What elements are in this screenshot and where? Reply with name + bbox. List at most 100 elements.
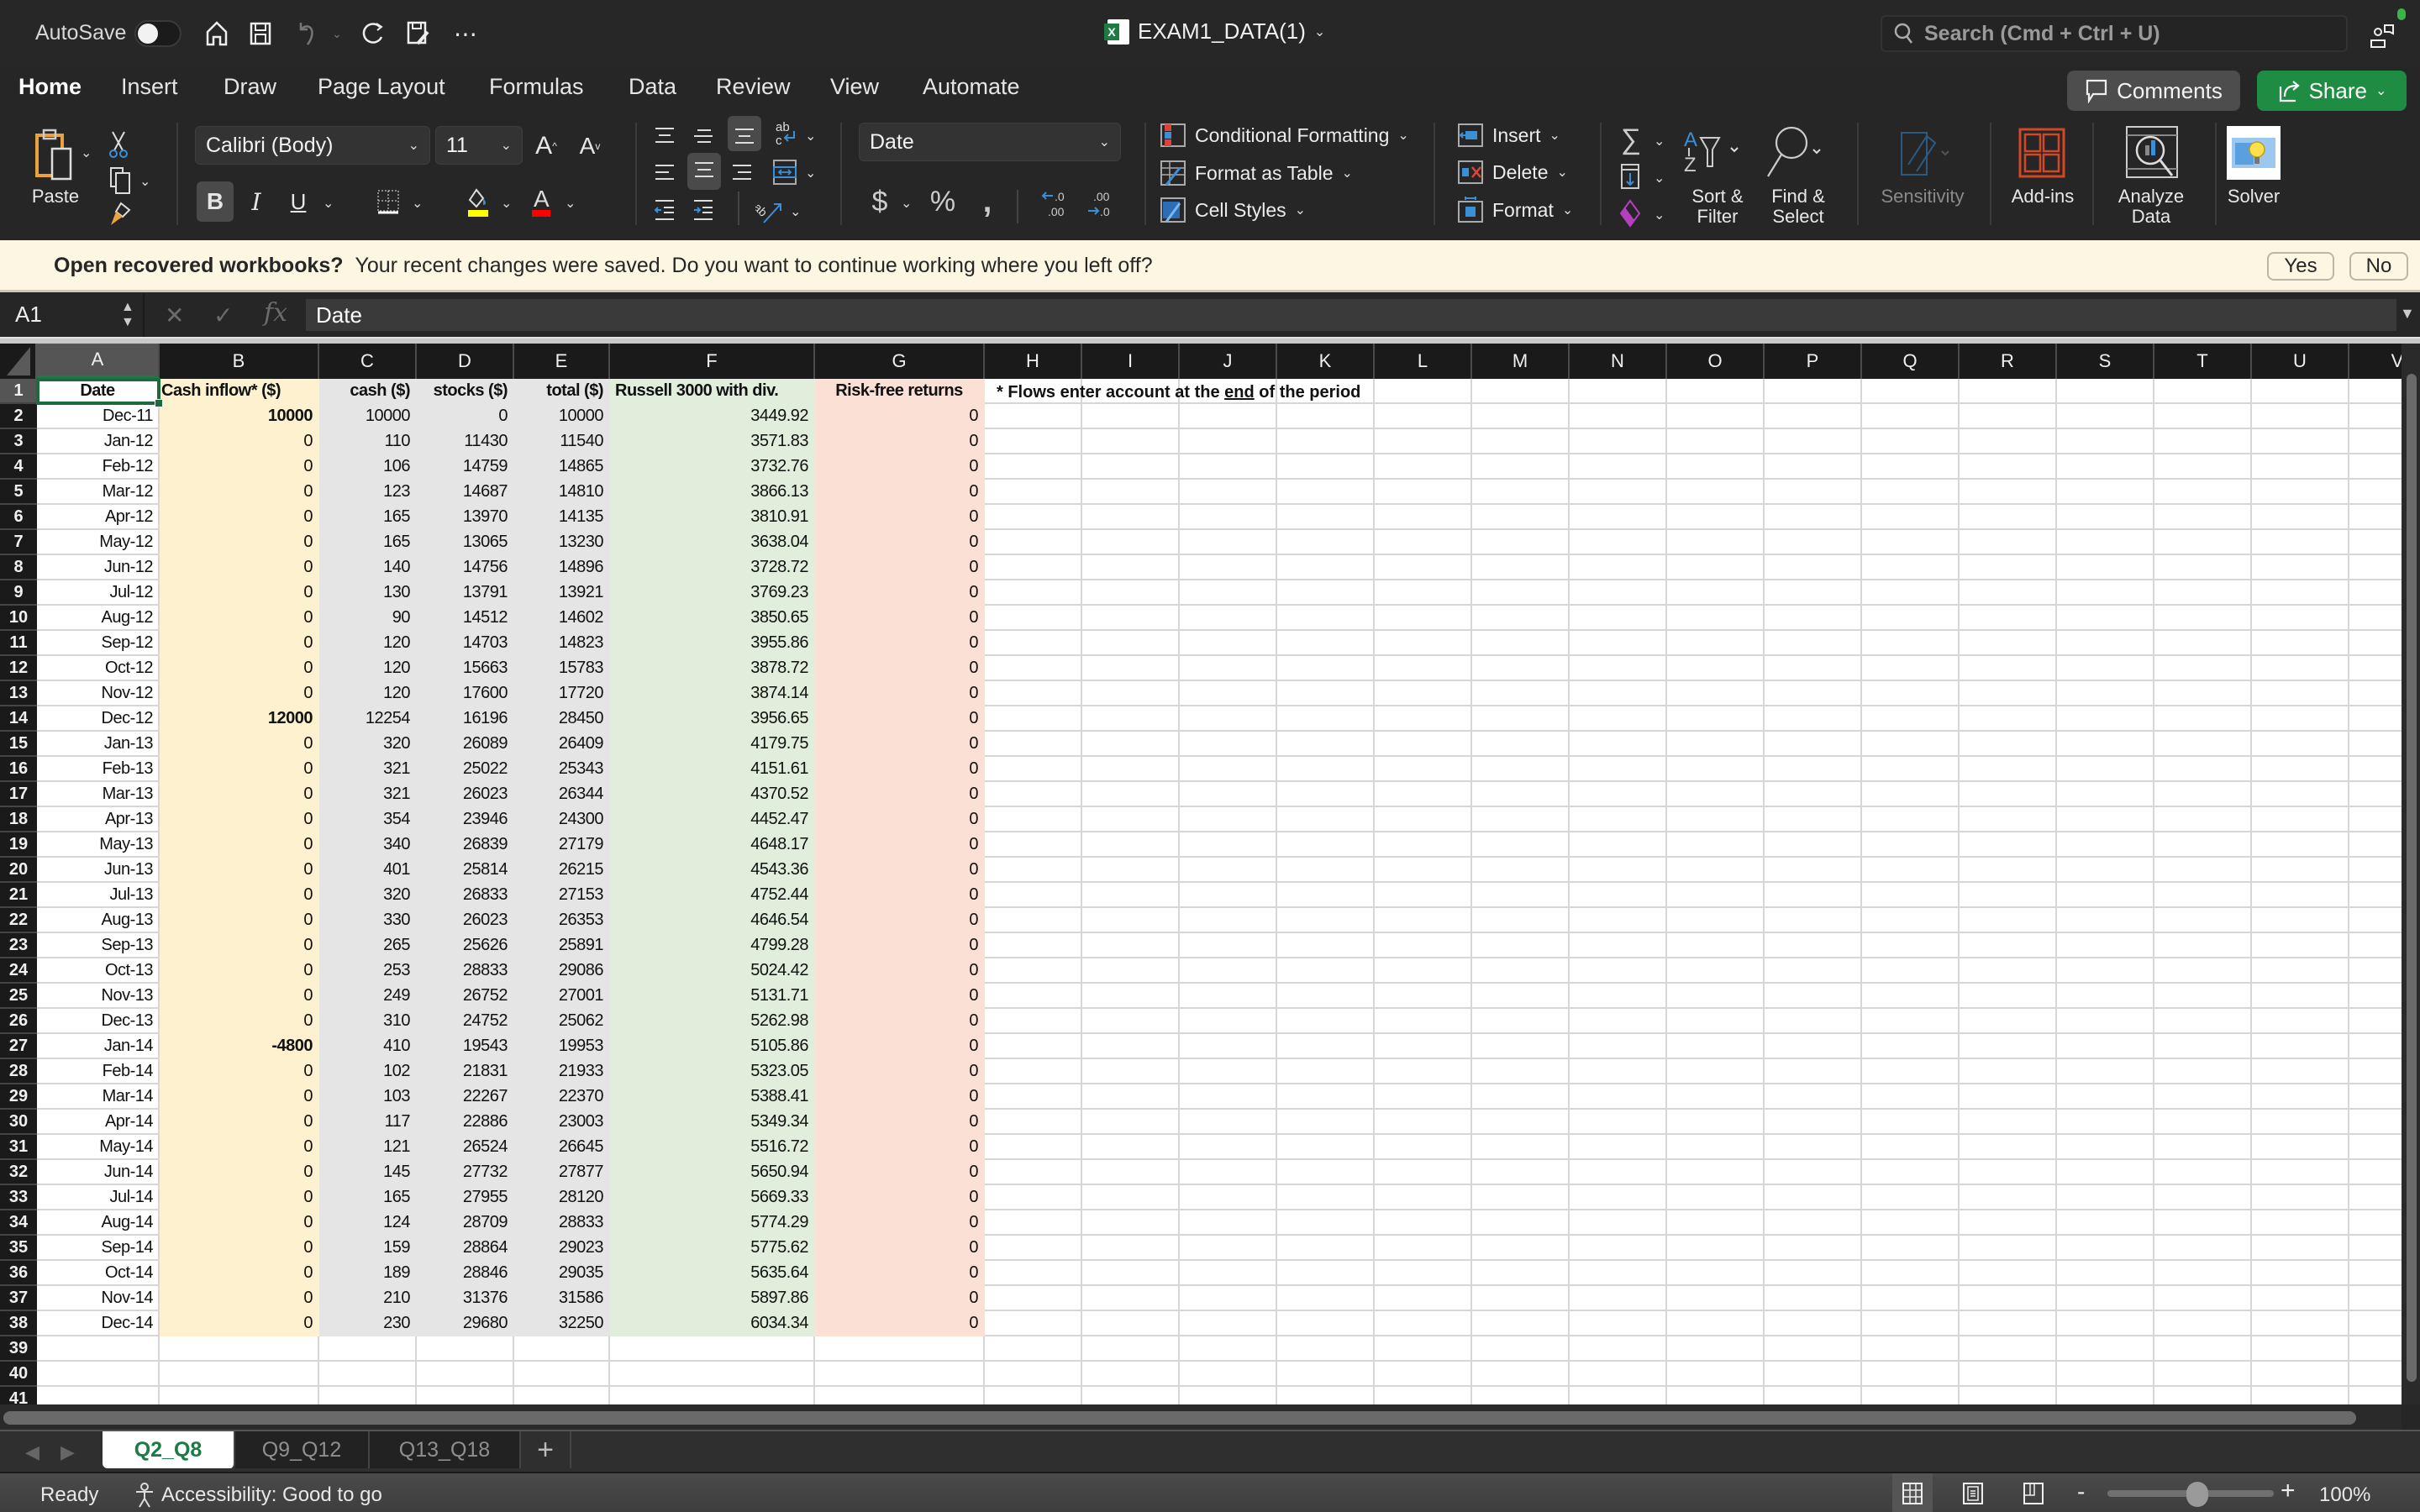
cut-icon[interactable] [106,128,131,161]
cell-g24[interactable]: 0 [815,958,985,984]
cell-i15[interactable] [1082,732,1180,757]
cell-v31[interactable] [2349,1135,2402,1160]
cell-v26[interactable] [2349,1009,2402,1034]
cell-j16[interactable] [1180,757,1277,782]
cell-k27[interactable] [1277,1034,1375,1059]
cell-e20[interactable]: 26215 [514,858,610,883]
cell-q26[interactable] [1862,1009,1960,1034]
cell-k26[interactable] [1277,1009,1375,1034]
cell-o17[interactable] [1667,782,1765,807]
align-middle-icon[interactable] [689,121,718,151]
cell-a14[interactable]: Dec-12 [37,706,160,732]
cell-l5[interactable] [1375,480,1472,505]
cell-s27[interactable] [2057,1034,2154,1059]
cell-f9[interactable]: 3769.23 [610,580,815,606]
cell-l28[interactable] [1375,1059,1472,1084]
horizontal-scrollbar[interactable] [0,1404,2402,1430]
cell-r19[interactable] [1960,832,2057,858]
cell-t4[interactable] [2154,454,2252,480]
cell-f12[interactable]: 3878.72 [610,656,815,681]
percent-style-icon[interactable]: % [924,183,961,220]
cell-u8[interactable] [2252,555,2349,580]
cell-p10[interactable] [1765,606,1862,631]
cell-o20[interactable] [1667,858,1765,883]
cell-r21[interactable] [1960,883,2057,908]
cell-n34[interactable] [1570,1210,1667,1236]
cell-m25[interactable] [1472,984,1570,1009]
cell-t25[interactable] [2154,984,2252,1009]
cell-s12[interactable] [2057,656,2154,681]
cell-d21[interactable]: 26833 [417,883,514,908]
home-icon[interactable] [200,17,234,50]
cell-l24[interactable] [1375,958,1472,984]
cell-q39[interactable] [1862,1336,1960,1362]
cell-f29[interactable]: 5388.41 [610,1084,815,1110]
cell-q5[interactable] [1862,480,1960,505]
cell-u22[interactable] [2252,908,2349,933]
cell-a30[interactable]: Apr-14 [37,1110,160,1135]
cell-v32[interactable] [2349,1160,2402,1185]
cell-d39[interactable] [417,1336,514,1362]
cell-h29[interactable] [985,1084,1082,1110]
cell-d34[interactable]: 28709 [417,1210,514,1236]
cell-d12[interactable]: 15663 [417,656,514,681]
cell-r18[interactable] [1960,807,2057,832]
row-header[interactable]: 25 [0,984,37,1009]
cell-v4[interactable] [2349,454,2402,480]
cell-n40[interactable] [1570,1362,1667,1387]
cell-h5[interactable] [985,480,1082,505]
cell-i30[interactable] [1082,1110,1180,1135]
cell-d40[interactable] [417,1362,514,1387]
cell-e34[interactable]: 28833 [514,1210,610,1236]
cell-l23[interactable] [1375,933,1472,958]
cell-e39[interactable] [514,1336,610,1362]
tab-data[interactable]: Data [629,74,676,100]
cell-e41[interactable] [514,1387,610,1404]
column-header-h[interactable]: H [985,344,1082,379]
cell-n22[interactable] [1570,908,1667,933]
cell-b25[interactable]: 0 [160,984,319,1009]
cell-u4[interactable] [2252,454,2349,480]
cell-p29[interactable] [1765,1084,1862,1110]
row-header[interactable]: 30 [0,1110,37,1135]
row-header[interactable]: 5 [0,480,37,505]
cell-b10[interactable]: 0 [160,606,319,631]
cell-l4[interactable] [1375,454,1472,480]
cell-p34[interactable] [1765,1210,1862,1236]
cell-c28[interactable]: 102 [319,1059,417,1084]
row-header[interactable]: 38 [0,1311,37,1336]
autosum-icon[interactable]: ∑ [1618,123,1644,156]
cell-q6[interactable] [1862,505,1960,530]
cell-s20[interactable] [2057,858,2154,883]
cell-n1[interactable] [1570,379,1667,404]
cell-b38[interactable]: 0 [160,1311,319,1336]
cell-b7[interactable]: 0 [160,530,319,555]
cell-r2[interactable] [1960,404,2057,429]
row-header[interactable]: 16 [0,757,37,782]
cell-m41[interactable] [1472,1387,1570,1404]
cell-c5[interactable]: 123 [319,480,417,505]
cell-c31[interactable]: 121 [319,1135,417,1160]
cell-s24[interactable] [2057,958,2154,984]
cell-f5[interactable]: 3866.13 [610,480,815,505]
cell-g32[interactable]: 0 [815,1160,985,1185]
cell-d28[interactable]: 21831 [417,1059,514,1084]
cell-f28[interactable]: 5323.05 [610,1059,815,1084]
cell-b21[interactable]: 0 [160,883,319,908]
cell-g20[interactable]: 0 [815,858,985,883]
cell-n37[interactable] [1570,1286,1667,1311]
cell-b6[interactable]: 0 [160,505,319,530]
cell-f8[interactable]: 3728.72 [610,555,815,580]
cell-s34[interactable] [2057,1210,2154,1236]
cell-s41[interactable] [2057,1387,2154,1404]
cell-o38[interactable] [1667,1311,1765,1336]
cell-q16[interactable] [1862,757,1960,782]
cell-g10[interactable]: 0 [815,606,985,631]
cell-r31[interactable] [1960,1135,2057,1160]
cell-v24[interactable] [2349,958,2402,984]
cell-s5[interactable] [2057,480,2154,505]
cell-f20[interactable]: 4543.36 [610,858,815,883]
cell-i34[interactable] [1082,1210,1180,1236]
cell-a18[interactable]: Apr-13 [37,807,160,832]
cell-t13[interactable] [2154,681,2252,706]
